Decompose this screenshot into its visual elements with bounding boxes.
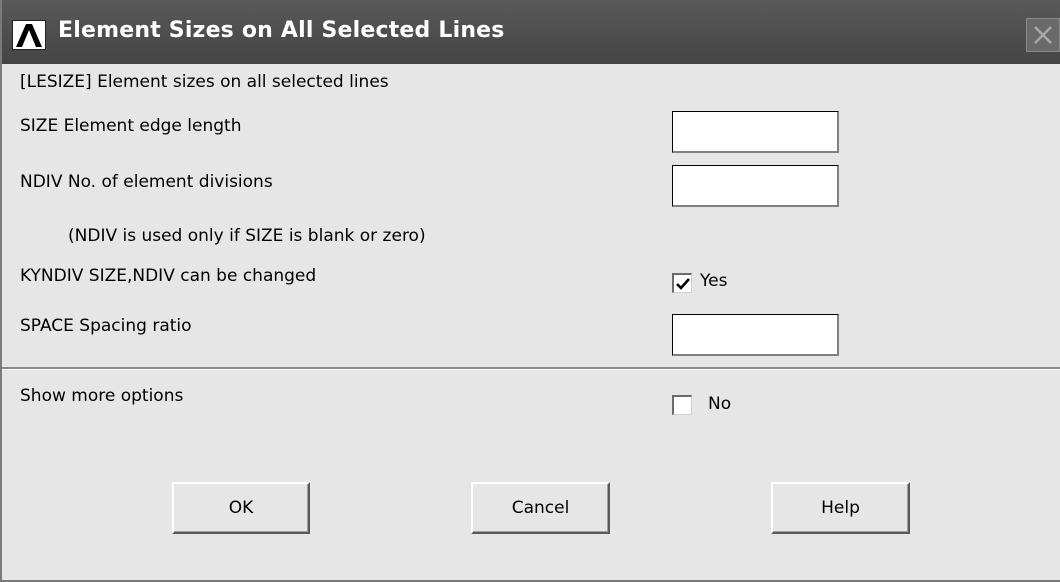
- space-input[interactable]: [672, 314, 839, 356]
- ndiv-label: NDIV No. of element divisions: [20, 172, 273, 192]
- more-options-checkbox[interactable]: [672, 395, 692, 415]
- ndiv-note: (NDIV is used only if SIZE is blank or z…: [68, 226, 426, 246]
- section-divider: [2, 367, 1060, 370]
- ndiv-input[interactable]: [672, 165, 839, 207]
- kyndiv-checkbox[interactable]: [672, 273, 692, 293]
- kyndiv-label: KYNDIV SIZE,NDIV can be changed: [20, 266, 317, 286]
- size-input[interactable]: [672, 111, 839, 153]
- close-icon[interactable]: [1026, 18, 1060, 52]
- kyndiv-option-label: Yes: [700, 271, 728, 291]
- ansys-logo-icon: [12, 20, 46, 50]
- title-bar[interactable]: Element Sizes on All Selected Lines: [2, 0, 1060, 64]
- space-label: SPACE Spacing ratio: [20, 316, 192, 336]
- more-options-option-label: No: [708, 394, 732, 414]
- help-button[interactable]: Help: [771, 482, 910, 534]
- more-options-label: Show more options: [20, 386, 184, 406]
- cancel-button[interactable]: Cancel: [471, 482, 610, 534]
- ok-button[interactable]: OK: [172, 482, 310, 534]
- size-label: SIZE Element edge length: [20, 116, 242, 136]
- dialog-window: Element Sizes on All Selected Lines [LES…: [0, 0, 1060, 582]
- window-title: Element Sizes on All Selected Lines: [58, 18, 505, 43]
- command-description: [LESIZE] Element sizes on all selected l…: [20, 72, 389, 92]
